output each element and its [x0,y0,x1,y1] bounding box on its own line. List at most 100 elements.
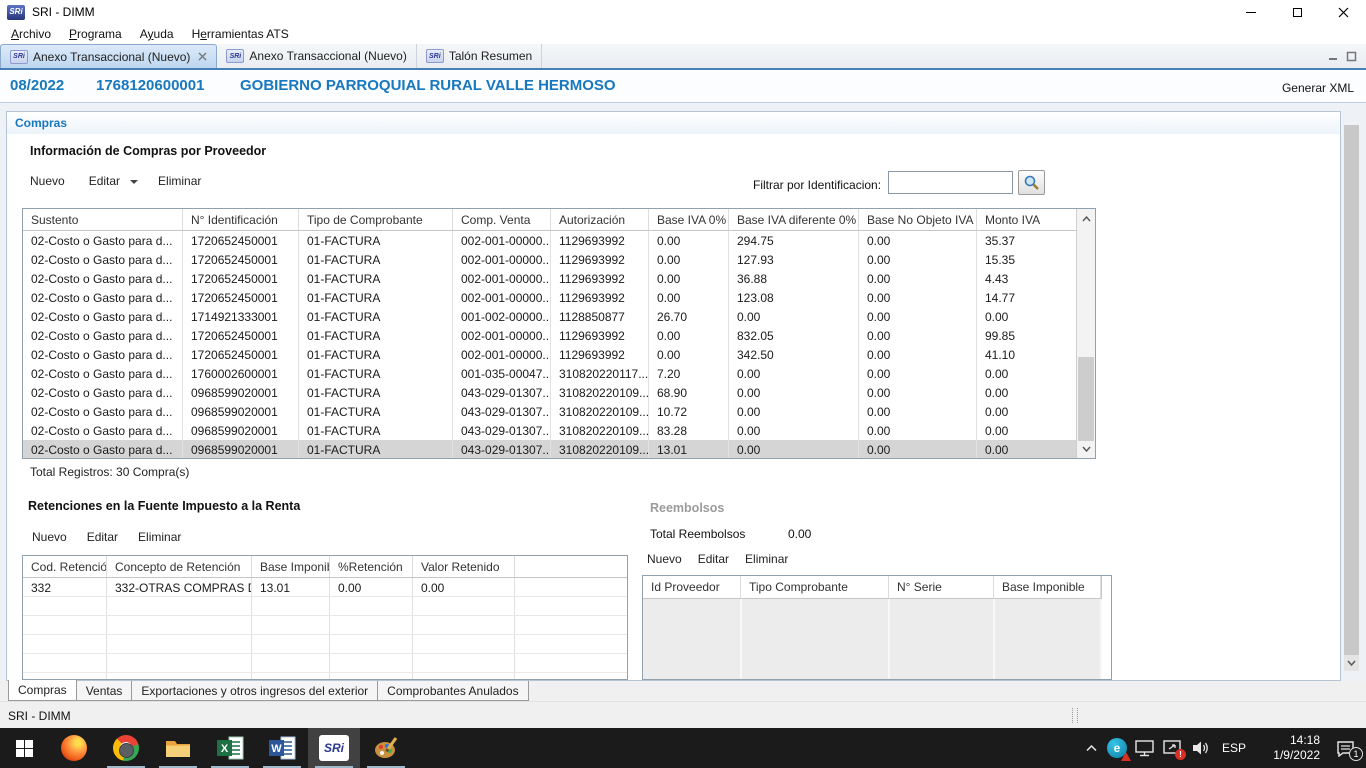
retenciones-empty-row[interactable] [23,616,627,635]
minimize-view-icon[interactable] [1328,51,1339,62]
column-header-base-iva-diferente-0[interactable]: Base IVA diferente 0% [729,209,859,230]
column-header-id-proveedor[interactable]: Id Proveedor [643,576,741,598]
cell: 0.00 [859,326,977,345]
minimize-button[interactable] [1228,0,1274,24]
tab-anexo-transaccional-nuevo-1[interactable]: SRiAnexo Transaccional (Nuevo) [217,44,416,68]
column-header-sustento[interactable]: Sustento [23,209,183,230]
tab-tal-n-resumen-2[interactable]: SRiTalón Resumen [417,44,542,68]
clock[interactable]: 14:18 1/9/2022 [1252,728,1324,768]
compras-row-0[interactable]: 02-Costo o Gasto para d...17206524500010… [23,231,1076,250]
compras-row-9[interactable]: 02-Costo o Gasto para d...09685990200010… [23,402,1076,421]
cell: 0.00 [859,345,977,364]
cell: 0.00 [859,402,977,421]
taskbar-start-button[interactable] [0,728,48,768]
retenciones-empty-row[interactable] [23,597,627,616]
compras-row-4[interactable]: 02-Costo o Gasto para d...17149213330010… [23,307,1076,326]
action-center-icon[interactable]: 1 [1324,728,1366,768]
taskbar-sri-dimm-app[interactable]: SRi [308,728,360,768]
view-scroll-down-button[interactable] [1344,655,1359,671]
column-header-valor-retenido[interactable]: Valor Retenido [413,556,515,577]
generar-xml-button[interactable]: Generar XML [1282,81,1354,95]
retenciones-empty-row[interactable] [23,654,627,673]
scroll-down-button[interactable] [1077,439,1095,458]
retenciones-editar-button[interactable]: Editar [87,530,118,544]
compras-row-10[interactable]: 02-Costo o Gasto para d...09685990200010… [23,421,1076,440]
search-button[interactable] [1018,170,1045,195]
reembolsos-nuevo-button[interactable]: Nuevo [647,552,682,566]
compras-row-5[interactable]: 02-Costo o Gasto para d...17206524500010… [23,326,1076,345]
scroll-up-button[interactable] [1077,209,1095,228]
excel-icon: X [217,736,244,760]
retenciones-row-0[interactable]: 332332-OTRAS COMPRAS DE BIE...13.010.000… [23,578,627,597]
taskbar-explorer-app[interactable] [152,728,204,768]
view-scrollbar-thumb[interactable] [1344,125,1359,655]
maximize-button[interactable] [1274,0,1320,24]
cell: 0.00 [859,307,977,326]
compras-row-8[interactable]: 02-Costo o Gasto para d...09685990200010… [23,383,1076,402]
column-header-tipo-comprobante[interactable]: Tipo Comprobante [741,576,889,598]
cell: 0.00 [977,364,1076,383]
retenciones-empty-row[interactable] [23,673,627,680]
column-header-base-no-objeto-iva[interactable]: Base No Objeto IVA [859,209,977,230]
menu-archivo[interactable]: Archivo [2,25,60,43]
cell: 02-Costo o Gasto para d... [23,383,183,402]
compras-row-6[interactable]: 02-Costo o Gasto para d...17206524500010… [23,345,1076,364]
compras-editar-button[interactable]: Editar [89,174,120,188]
screenshare-tray-icon[interactable]: ! [1158,728,1187,768]
cell: 310820220109... [551,421,649,440]
column-header-tipo-de-comprobante[interactable]: Tipo de Comprobante [299,209,453,230]
column-header-comp-venta[interactable]: Comp. Venta [453,209,551,230]
taskbar-chrome-app[interactable] [100,728,152,768]
taskbar-word-app[interactable]: W [256,728,308,768]
tab-anexo-transaccional-nuevo-0[interactable]: SRiAnexo Transaccional (Nuevo) [0,44,217,68]
column-header-concepto-de-retenci-n[interactable]: Concepto de Retención [107,556,252,577]
column-header-base-imponible[interactable]: Base Imponible [994,576,1101,598]
reembolsos-editar-button[interactable]: Editar [698,552,729,566]
column-header-base-imponible[interactable]: Base Imponible [252,556,330,577]
compras-row-2[interactable]: 02-Costo o Gasto para d...17206524500010… [23,269,1076,288]
column-header-monto-iva[interactable]: Monto IVA [977,209,1078,230]
menu-programa[interactable]: Programa [60,25,131,43]
compras-row-7[interactable]: 02-Costo o Gasto para d...17600026000010… [23,364,1076,383]
bottom-tab-exportaciones-y-otros-ingresos-del-exterior[interactable]: Exportaciones y otros ingresos del exter… [131,681,378,701]
network-tray-icon[interactable] [1131,728,1158,768]
reembolsos-eliminar-button[interactable]: Eliminar [745,552,788,566]
bottom-tab-comprobantes-anulados[interactable]: Comprobantes Anulados [377,681,528,701]
retenciones-eliminar-button[interactable]: Eliminar [138,530,181,544]
bottom-tab-bar: ComprasVentasExportaciones y otros ingre… [0,681,1366,701]
editar-dropdown-icon[interactable] [130,180,138,188]
compras-nuevo-button[interactable]: Nuevo [30,174,65,188]
tab-close-icon[interactable] [198,52,207,61]
close-button[interactable] [1320,0,1366,24]
taskbar-paint-app[interactable] [360,728,412,768]
bottom-tab-compras[interactable]: Compras [8,680,77,701]
column-header-retenci-n[interactable]: %Retención [330,556,413,577]
volume-tray-icon[interactable] [1187,728,1216,768]
cell: 0.00 [859,288,977,307]
eset-tray-icon[interactable]: e [1103,728,1131,768]
menu-ayuda[interactable]: Ayuda [131,25,183,43]
compras-row-11[interactable]: 02-Costo o Gasto para d...09685990200010… [23,440,1076,458]
column-header-n-serie[interactable]: N° Serie [889,576,994,598]
filter-identificacion-input[interactable] [888,171,1013,194]
cell [515,597,627,615]
compras-eliminar-button[interactable]: Eliminar [158,174,201,188]
maximize-view-icon[interactable] [1346,51,1357,62]
scrollbar-thumb[interactable] [1078,357,1094,441]
tray-chevron-up-icon[interactable] [1079,728,1103,768]
menu-herramientas-ats[interactable]: Herramientas ATS [183,25,298,43]
taskbar-excel-app[interactable]: X [204,728,256,768]
column-header-cod-retenci-n[interactable]: Cod. Retención [23,556,107,577]
bottom-tab-ventas[interactable]: Ventas [76,681,133,701]
compras-row-1[interactable]: 02-Costo o Gasto para d...17206524500010… [23,250,1076,269]
cell: 0968599020001 [183,421,299,440]
compras-row-3[interactable]: 02-Costo o Gasto para d...17206524500010… [23,288,1076,307]
retenciones-empty-row[interactable] [23,635,627,654]
language-indicator[interactable]: ESP [1216,728,1252,768]
taskbar-firefox-app[interactable] [48,728,100,768]
column-header-base-iva-0[interactable]: Base IVA 0% [649,209,729,230]
retenciones-nuevo-button[interactable]: Nuevo [32,530,67,544]
column-header-autorizaci-n[interactable]: Autorización [551,209,649,230]
cell: 83.28 [649,421,729,440]
column-header-n-identificaci-n[interactable]: N° Identificación [183,209,299,230]
